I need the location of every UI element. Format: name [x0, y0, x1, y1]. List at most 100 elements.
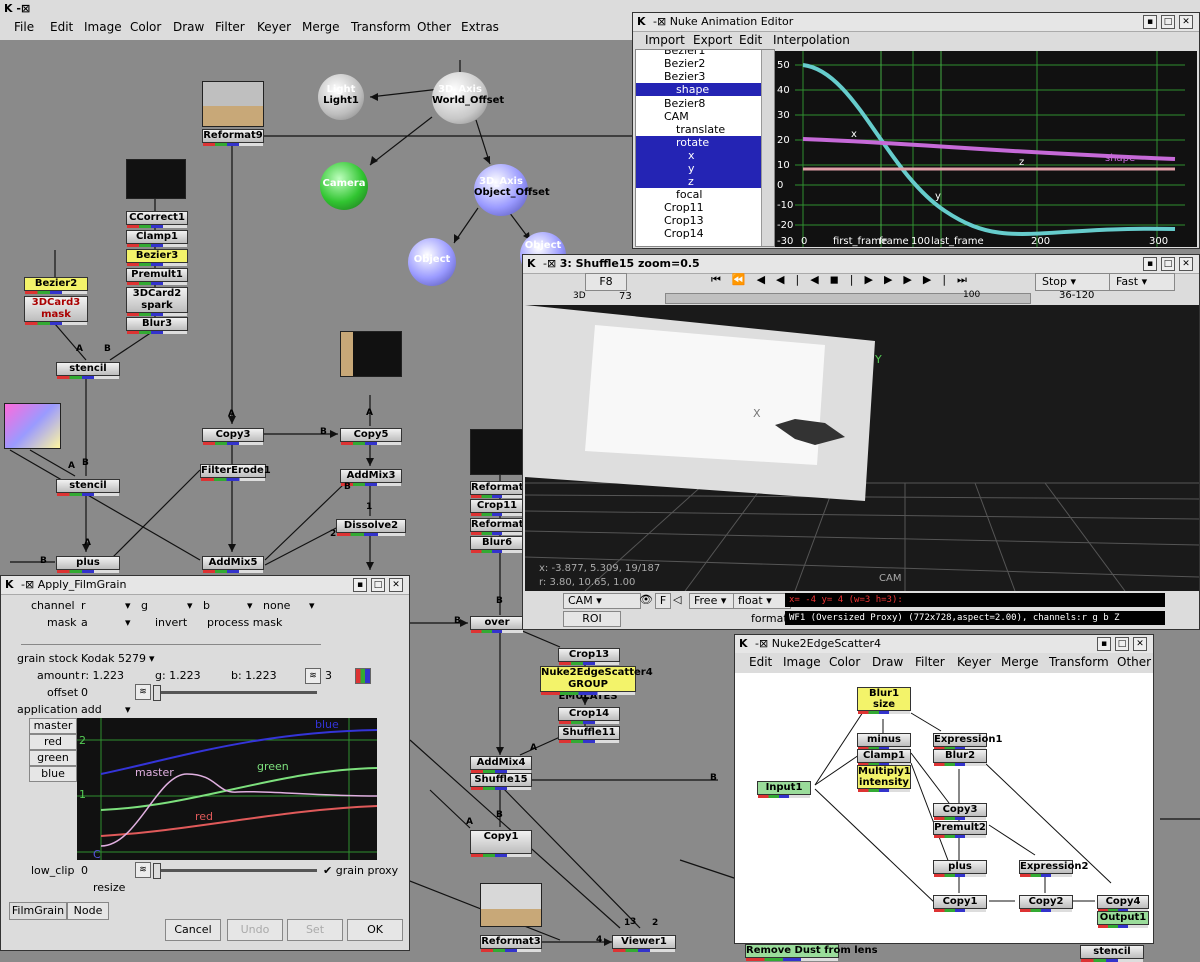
maximize-button[interactable]: □: [1115, 637, 1129, 651]
amount-r-field[interactable]: r: 1.223: [81, 669, 124, 682]
menu-draw[interactable]: Draw: [173, 20, 204, 34]
tab-node[interactable]: Node: [67, 902, 109, 920]
eye-icon[interactable]: 👁: [639, 593, 653, 606]
tree-item[interactable]: Crop14: [664, 227, 704, 240]
light1-node[interactable]: Light Light1: [318, 74, 364, 120]
group-menu-merge[interactable]: Merge: [1001, 655, 1038, 669]
group-node-copy1[interactable]: Copy1: [933, 895, 987, 912]
tree-item[interactable]: Bezier2: [664, 57, 705, 70]
process-mask-checkbox[interactable]: process mask: [207, 616, 282, 629]
node-copy5[interactable]: Copy5: [340, 428, 402, 445]
anim-menu-import[interactable]: Import: [645, 33, 685, 47]
channel-b-dropdown[interactable]: b: [203, 599, 210, 612]
chevron-down-icon[interactable]: ▾: [187, 599, 193, 612]
grain-curve-editor[interactable]: blue master green red 2 1 C: [77, 718, 377, 860]
group-node-plus[interactable]: plus: [933, 860, 987, 877]
channel-g-dropdown[interactable]: g: [141, 599, 148, 612]
node-addmix4[interactable]: AddMix4: [470, 756, 532, 773]
group-node-expression1[interactable]: Expression1: [933, 733, 1002, 750]
tab-master[interactable]: master: [29, 718, 77, 734]
group-node-copy2[interactable]: Copy2: [1019, 895, 1073, 912]
color-picker-icon[interactable]: [355, 668, 371, 684]
node-addmix3[interactable]: AddMix3: [340, 469, 402, 486]
group-menu-keyer[interactable]: Keyer: [957, 655, 991, 669]
node-blur3[interactable]: Blur3: [126, 317, 188, 334]
node-reformat9[interactable]: Reformat9: [202, 129, 264, 146]
channel-none-dropdown[interactable]: none: [263, 599, 290, 612]
tree-item-rotate[interactable]: rotate: [676, 136, 709, 149]
slider-handle[interactable]: [153, 685, 161, 701]
node-3dcard2-spark[interactable]: 3DCard2 spark: [126, 287, 188, 316]
offset-field[interactable]: 0: [81, 686, 88, 699]
float-dropdown[interactable]: float ▾: [733, 593, 791, 609]
group-node-multiply1[interactable]: Multiply1 intensity: [857, 765, 911, 792]
group-node-expression2[interactable]: Expression2: [1019, 860, 1088, 877]
minimize-button[interactable]: ▪: [1097, 637, 1111, 651]
node-filtererode1[interactable]: FilterErode1: [200, 464, 271, 481]
chevron-down-icon[interactable]: ▾: [149, 652, 155, 665]
node-crop13[interactable]: Crop13: [558, 648, 620, 665]
menu-file[interactable]: File: [14, 20, 34, 34]
tree-item[interactable]: translate: [676, 123, 725, 136]
curve-edit-icon[interactable]: ≋: [135, 862, 151, 878]
anim-menu-edit[interactable]: Edit: [739, 33, 762, 47]
tree-item[interactable]: Crop11: [664, 201, 704, 214]
application-dropdown[interactable]: add: [81, 703, 102, 716]
tree-item-x[interactable]: x: [688, 149, 695, 162]
low-clip-field[interactable]: 0: [81, 864, 88, 877]
close-button[interactable]: ✕: [1133, 637, 1147, 651]
menu-edit[interactable]: Edit: [50, 20, 73, 34]
group-node-copy4[interactable]: Copy4: [1097, 895, 1149, 912]
tree-item-z[interactable]: z: [688, 175, 694, 188]
node-clamp1[interactable]: Clamp1: [126, 230, 188, 247]
tab-filmgrain[interactable]: FilmGrain: [9, 902, 67, 920]
grain-proxy-checkbox[interactable]: ✔ grain proxy: [323, 864, 398, 877]
cancel-button[interactable]: Cancel: [165, 919, 221, 941]
free-dropdown[interactable]: Free ▾: [689, 593, 735, 609]
offset-slider[interactable]: [153, 685, 317, 701]
node-premult1[interactable]: Premult1: [126, 268, 188, 285]
curve-plot[interactable]: 50403020100-10-20-30 0 100 200 300 first_fr…: [775, 51, 1197, 247]
f-button[interactable]: F: [655, 593, 671, 609]
chevron-down-icon[interactable]: ▾: [125, 599, 131, 612]
chevron-down-icon[interactable]: ▾: [125, 703, 131, 716]
group-node-output1[interactable]: Output1: [1097, 911, 1149, 928]
close-button[interactable]: ✕: [389, 578, 403, 592]
tree-item[interactable]: Bezier8: [664, 97, 705, 110]
stop-dropdown[interactable]: Stop ▾: [1035, 273, 1113, 291]
undo-button[interactable]: Undo: [227, 919, 283, 941]
menu-image[interactable]: Image: [84, 20, 122, 34]
camera-node[interactable]: Camera: [320, 162, 368, 210]
group-node-premult2[interactable]: Premult2: [933, 821, 987, 838]
group-menu-other[interactable]: Other: [1117, 655, 1151, 669]
anim-menu-interpolation[interactable]: Interpolation: [773, 33, 850, 47]
menu-filter[interactable]: Filter: [215, 20, 245, 34]
object-node-1[interactable]: Object: [408, 238, 456, 286]
chevron-down-icon[interactable]: ▾: [309, 599, 315, 612]
close-button[interactable]: ✕: [1179, 15, 1193, 29]
group-menu-edit[interactable]: Edit: [749, 655, 772, 669]
curve-edit-icon[interactable]: ≋: [135, 684, 151, 700]
close-button[interactable]: ✕: [1179, 257, 1193, 271]
node-stencil-3[interactable]: stencil: [1080, 945, 1144, 962]
menu-color[interactable]: Color: [130, 20, 161, 34]
group-menu-transform[interactable]: Transform: [1049, 655, 1109, 669]
group-node-blur1[interactable]: Blur1 size: [857, 687, 911, 714]
node-reformat3[interactable]: Reformat3: [480, 935, 542, 952]
viewer-canvas[interactable]: X Y x: -3.877, 5.309, 19/187 r: 3.80, 10…: [525, 305, 1199, 591]
group-menu-color[interactable]: Color: [829, 655, 860, 669]
node-stencil-2[interactable]: stencil: [56, 479, 120, 496]
roi-button[interactable]: ROI: [563, 611, 621, 627]
node-copy3[interactable]: Copy3: [202, 428, 264, 445]
object-offset-axis-node[interactable]: 3D_Axis Object_Offset: [474, 164, 550, 216]
node-crop11[interactable]: Crop11: [470, 499, 524, 516]
node-viewer1[interactable]: Viewer1: [612, 935, 676, 952]
maximize-button[interactable]: □: [1161, 257, 1175, 271]
grain-stock-dropdown[interactable]: Kodak 5279: [81, 652, 146, 665]
triangle-icon[interactable]: ◁: [673, 593, 681, 606]
node-copy1[interactable]: Copy1: [470, 830, 532, 857]
ok-button[interactable]: OK: [347, 919, 403, 941]
node-bezier3[interactable]: Bezier3: [126, 249, 188, 266]
group-node-blur2[interactable]: Blur2: [933, 749, 987, 766]
tree-scrollbar[interactable]: [761, 50, 774, 246]
